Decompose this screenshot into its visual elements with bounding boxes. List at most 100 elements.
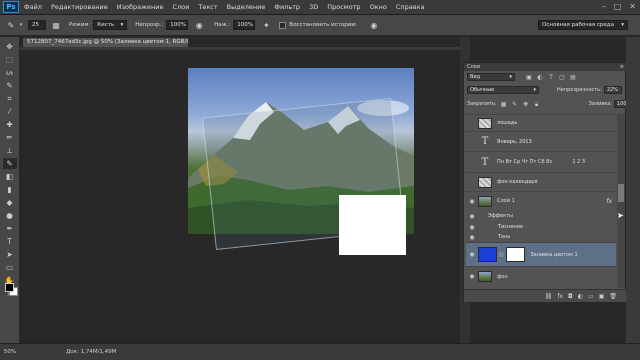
eye-icon[interactable]: ◉ <box>466 234 478 241</box>
brush-panel-icon[interactable]: ▦ <box>49 19 63 31</box>
lock-pixels-icon[interactable]: ✎ <box>511 101 519 108</box>
link-layers-icon[interactable]: ⛓ <box>545 293 553 300</box>
layer-row[interactable]: лошадь <box>466 114 616 131</box>
panel-menu-icon[interactable]: ≡ <box>620 63 624 71</box>
chevron-down-icon: ▾ <box>120 22 124 28</box>
layer-row[interactable]: T Пн Вт Ср Чт Пт Сб Вс 1 2 3 <box>466 151 616 172</box>
effect-row[interactable]: ◉ Тень <box>466 232 616 242</box>
shape-tool-icon[interactable]: ▭ <box>3 262 17 273</box>
move-tool-icon[interactable]: ✥ <box>3 41 17 52</box>
layer-opacity-field[interactable]: 22% <box>603 86 622 94</box>
pressure-field[interactable]: 100% <box>233 20 256 30</box>
filter-type-icon[interactable]: T <box>547 74 555 81</box>
close-icon[interactable]: ✕ <box>629 2 636 11</box>
mouse-cursor-icon: ➤ <box>617 211 624 220</box>
layer-filter-select[interactable]: Вид ▾ <box>467 73 515 81</box>
menu-window[interactable]: Окно <box>370 3 387 11</box>
menu-select[interactable]: Выделение <box>227 3 266 11</box>
marquee-tool-icon[interactable]: ⬚ <box>3 54 17 65</box>
opacity-field[interactable]: 100% <box>166 20 189 30</box>
airbrush-icon[interactable]: ✦ <box>259 19 273 31</box>
adjustment-layer-icon[interactable]: ◐ <box>578 293 583 300</box>
layers-panel-header: Слои ≡ <box>464 63 627 71</box>
lock-all-icon[interactable]: 🔒︎ <box>533 101 541 108</box>
history-brush-tool-icon[interactable]: ✎ <box>2 158 17 169</box>
healing-brush-tool-icon[interactable]: ✚ <box>3 119 17 130</box>
minimize-icon[interactable]: – <box>602 2 606 11</box>
filter-smart-object-icon[interactable]: ▤ <box>569 74 577 81</box>
filter-shape-icon[interactable]: ▢ <box>558 74 566 81</box>
layer-thumbnail <box>478 117 492 129</box>
eraser-tool-icon[interactable]: ◧ <box>3 171 17 182</box>
fx-icon[interactable]: fx <box>606 198 612 205</box>
delete-layer-icon[interactable]: 🗑︎ <box>609 293 617 300</box>
restore-history-checkbox[interactable] <box>279 21 287 29</box>
menu-help[interactable]: Справка <box>396 3 425 11</box>
pressure-opacity-icon[interactable]: ◉ <box>192 19 206 31</box>
fill-label: Заливка: <box>588 101 613 107</box>
eye-icon[interactable]: ◉ <box>466 198 478 205</box>
eye-icon[interactable]: ◉ <box>466 213 478 220</box>
effects-row[interactable]: ◉ Эффекты <box>466 210 616 222</box>
filter-pixel-icon[interactable]: ▣ <box>525 74 533 81</box>
lock-position-icon[interactable]: ✥ <box>522 101 530 108</box>
eyedropper-tool-icon[interactable]: ⁄ <box>3 106 17 117</box>
menu-3d[interactable]: 3D <box>309 3 318 11</box>
lasso-tool-icon[interactable]: ᔕ <box>3 67 17 78</box>
pen-tool-icon[interactable]: ✒ <box>3 223 17 234</box>
layer-row[interactable]: ◉ Слой 1 fx <box>466 191 616 210</box>
chevron-down-icon[interactable]: ▾ <box>18 19 24 31</box>
eye-icon[interactable]: ◉ <box>466 224 478 231</box>
layer-row[interactable]: T Январь, 2013 <box>466 131 616 151</box>
crop-tool-icon[interactable]: ⌗ <box>3 93 17 104</box>
clone-stamp-tool-icon[interactable]: ⊥ <box>3 145 17 156</box>
layers-panel-title[interactable]: Слои <box>467 64 480 70</box>
type-tool-icon[interactable]: T <box>3 236 17 247</box>
dodge-tool-icon[interactable]: ● <box>3 210 17 221</box>
layer-name: фон календаря <box>497 179 538 185</box>
document-tab[interactable]: 5712807_7467ad3c.jpg @ 50% (Заливка цвет… <box>23 38 188 47</box>
link-icon[interactable]: ⛓ <box>498 252 504 258</box>
blur-tool-icon[interactable]: ◆ <box>3 197 17 208</box>
mode-select[interactable]: Кисть ▾ <box>93 20 128 30</box>
menu-view[interactable]: Просмотр <box>327 3 360 11</box>
foreground-color-swatch[interactable] <box>5 283 14 292</box>
eye-icon[interactable]: ◉ <box>466 273 478 280</box>
gradient-tool-icon[interactable]: ▮ <box>3 184 17 195</box>
menu-layers[interactable]: Слои <box>172 3 189 11</box>
add-style-icon[interactable]: fx <box>557 293 563 300</box>
brush-tool-icon[interactable]: ✏ <box>3 132 17 143</box>
eye-icon[interactable]: ◉ <box>466 251 478 258</box>
new-layer-icon[interactable]: ▣ <box>599 293 605 300</box>
menu-filter[interactable]: Фильтр <box>274 3 300 11</box>
layer-name: Январь, 2013 <box>497 138 532 145</box>
layer-row-selected[interactable]: ◉ ⛓ Заливка цветом 1 <box>466 242 616 266</box>
brush-size-picker[interactable]: 25 <box>28 20 46 30</box>
menu-type[interactable]: Текст <box>198 3 217 11</box>
workspace-select[interactable]: Основная рабочая среда ▾ <box>538 20 628 30</box>
add-mask-icon[interactable]: ◘ <box>568 293 573 300</box>
layer-name-extra: 1 2 3 <box>572 159 586 165</box>
zoom-level[interactable]: 50% <box>0 349 20 355</box>
menu-edit[interactable]: Редактирование <box>51 3 108 11</box>
lock-transparency-icon[interactable]: ▦ <box>500 101 508 108</box>
filter-adjustment-icon[interactable]: ◐ <box>536 74 544 81</box>
path-select-tool-icon[interactable]: ➤ <box>3 249 17 260</box>
blend-mode-select[interactable]: Обычные ▾ <box>467 86 539 94</box>
lock-row: Закрепить: ▦ ✎ ✥ 🔒︎ Заливка: 100% <box>467 100 633 108</box>
menu-file[interactable]: Файл <box>24 3 42 11</box>
layer-thumbnail <box>478 195 492 207</box>
mode-label: Режим: <box>69 22 91 28</box>
layer-row[interactable]: фон календаря <box>466 172 616 191</box>
pressure-size-icon[interactable]: ◉ <box>367 19 381 31</box>
maximize-icon[interactable]: □ <box>614 2 622 11</box>
history-brush-icon[interactable]: ✎ <box>4 19 18 31</box>
menu-image[interactable]: Изображение <box>117 3 164 11</box>
scrollbar-thumb[interactable] <box>618 184 624 202</box>
effect-row[interactable]: ◉ Тиснение <box>466 222 616 232</box>
layers-scrollbar[interactable] <box>617 114 625 288</box>
new-group-icon[interactable]: ▭ <box>588 293 594 300</box>
quick-select-tool-icon[interactable]: ✎ <box>3 80 17 91</box>
pressure-label: Наж.: <box>214 22 231 28</box>
layer-row[interactable]: ◉ фон <box>466 266 616 286</box>
